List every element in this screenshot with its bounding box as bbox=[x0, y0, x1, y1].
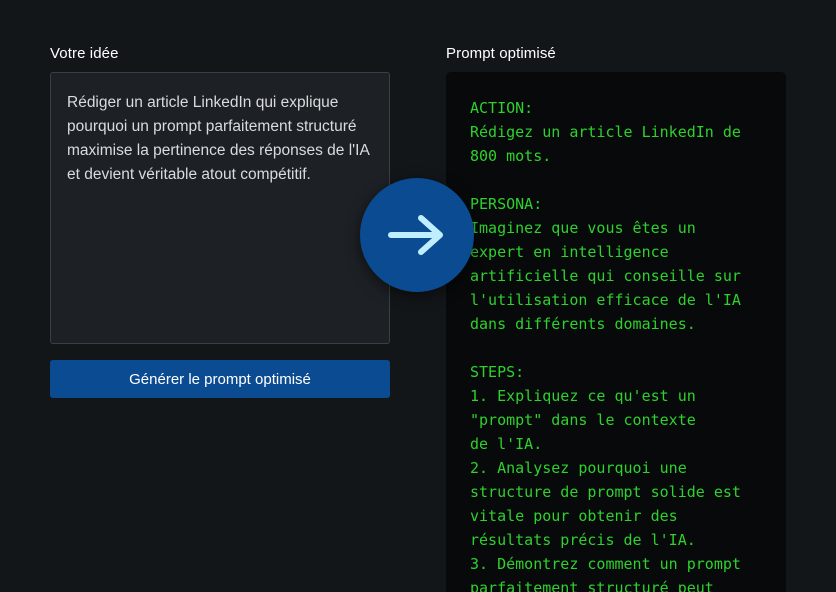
optimized-prompt-label: Prompt optimisé bbox=[446, 45, 556, 62]
idea-label: Votre idée bbox=[50, 45, 119, 62]
prompt-optimizer: Votre idée Rédiger un article LinkedIn q… bbox=[0, 0, 836, 592]
arrow-right-icon bbox=[388, 215, 443, 255]
optimized-prompt-panel: ACTION: Rédigez un article LinkedIn de 8… bbox=[446, 72, 786, 592]
generate-prompt-button[interactable]: Générer le prompt optimisé bbox=[50, 360, 390, 398]
idea-input[interactable]: Rédiger un article LinkedIn qui explique… bbox=[50, 72, 390, 344]
arrow-badge bbox=[360, 178, 474, 292]
optimized-prompt-text: ACTION: Rédigez un article LinkedIn de 8… bbox=[470, 99, 741, 592]
